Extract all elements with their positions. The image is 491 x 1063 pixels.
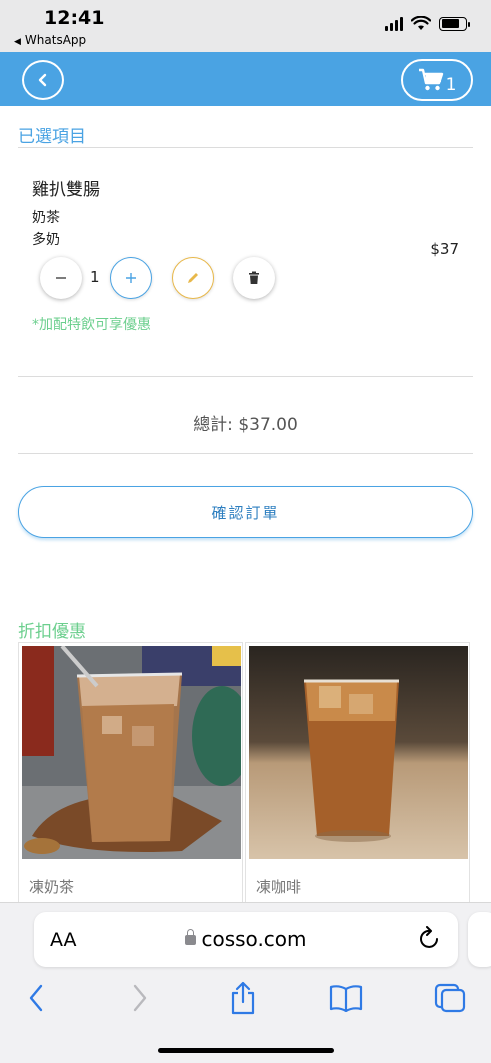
- delete-item-button[interactable]: [233, 257, 275, 299]
- back-button[interactable]: [22, 60, 64, 100]
- url-text: cosso.com: [201, 927, 307, 951]
- reload-icon: [420, 926, 438, 948]
- discount-section-title: 折扣優惠: [18, 622, 86, 642]
- item-name: 雞扒雙腸: [32, 180, 100, 200]
- order-total: 總計: $37.00: [193, 415, 298, 435]
- back-app-label: WhatsApp: [24, 33, 87, 47]
- product-card-iced-milk-tea[interactable]: 凍奶茶: [18, 642, 243, 904]
- status-icons: [385, 16, 470, 31]
- confirm-order-button[interactable]: 確認訂單: [18, 486, 473, 538]
- trash-icon: [249, 271, 259, 284]
- product-image-iced-coffee: [249, 646, 468, 859]
- next-tab-preview[interactable]: [468, 912, 491, 967]
- product-image-iced-milk-tea: [22, 646, 241, 859]
- divider: [18, 453, 473, 454]
- item-option: 多奶: [32, 232, 60, 248]
- status-bar: 12:41 ◀ WhatsApp: [0, 0, 491, 52]
- item-option: 奶茶: [32, 210, 60, 226]
- divider: [18, 376, 473, 377]
- cart-icon: [418, 68, 443, 91]
- browser-back-button[interactable]: [18, 981, 54, 1015]
- back-to-app-link[interactable]: ◀ WhatsApp: [14, 33, 86, 47]
- wifi-icon: [411, 16, 431, 30]
- pencil-icon: [188, 273, 198, 283]
- divider: [18, 147, 473, 148]
- increase-quantity-button[interactable]: [110, 257, 152, 299]
- browser-forward-button[interactable]: [122, 981, 158, 1015]
- share-icon: [231, 981, 255, 1015]
- product-name: 凍咖啡: [256, 878, 302, 896]
- edit-item-button[interactable]: [172, 257, 214, 299]
- share-button[interactable]: [225, 981, 261, 1015]
- tabs-icon: [434, 983, 466, 1013]
- app-header: 1: [0, 52, 491, 106]
- minus-icon: [56, 277, 66, 279]
- tabs-button[interactable]: [432, 981, 468, 1015]
- bookmarks-button[interactable]: [328, 981, 364, 1015]
- quantity-value: 1: [90, 268, 100, 286]
- lock-icon: [185, 929, 197, 945]
- chevron-left-icon: [29, 984, 43, 1012]
- cellular-signal-icon: [385, 16, 403, 31]
- reload-button[interactable]: [418, 926, 442, 956]
- decrease-quantity-button[interactable]: [40, 257, 82, 299]
- home-indicator: [158, 1048, 334, 1053]
- book-icon: [329, 985, 363, 1012]
- status-time: 12:41: [44, 7, 105, 29]
- product-card-iced-coffee[interactable]: 凍咖啡: [245, 642, 470, 904]
- url-display[interactable]: cosso.com: [34, 927, 458, 951]
- chevron-left-icon: [38, 73, 47, 87]
- plus-icon: [126, 273, 136, 283]
- address-bar[interactable]: AA cosso.com: [34, 912, 458, 967]
- browser-toolbar: AA cosso.com: [0, 902, 491, 1063]
- cart-button[interactable]: 1: [401, 59, 473, 101]
- back-triangle-icon: ◀: [14, 37, 21, 47]
- battery-icon: [439, 16, 470, 31]
- item-price: $37: [430, 240, 459, 258]
- promo-note: *加配特飲可享優惠: [32, 317, 151, 333]
- cart-count: 1: [445, 75, 457, 95]
- chevron-right-icon: [133, 984, 147, 1012]
- product-name: 凍奶茶: [29, 878, 75, 896]
- selected-items-title: 已選項目: [18, 127, 86, 147]
